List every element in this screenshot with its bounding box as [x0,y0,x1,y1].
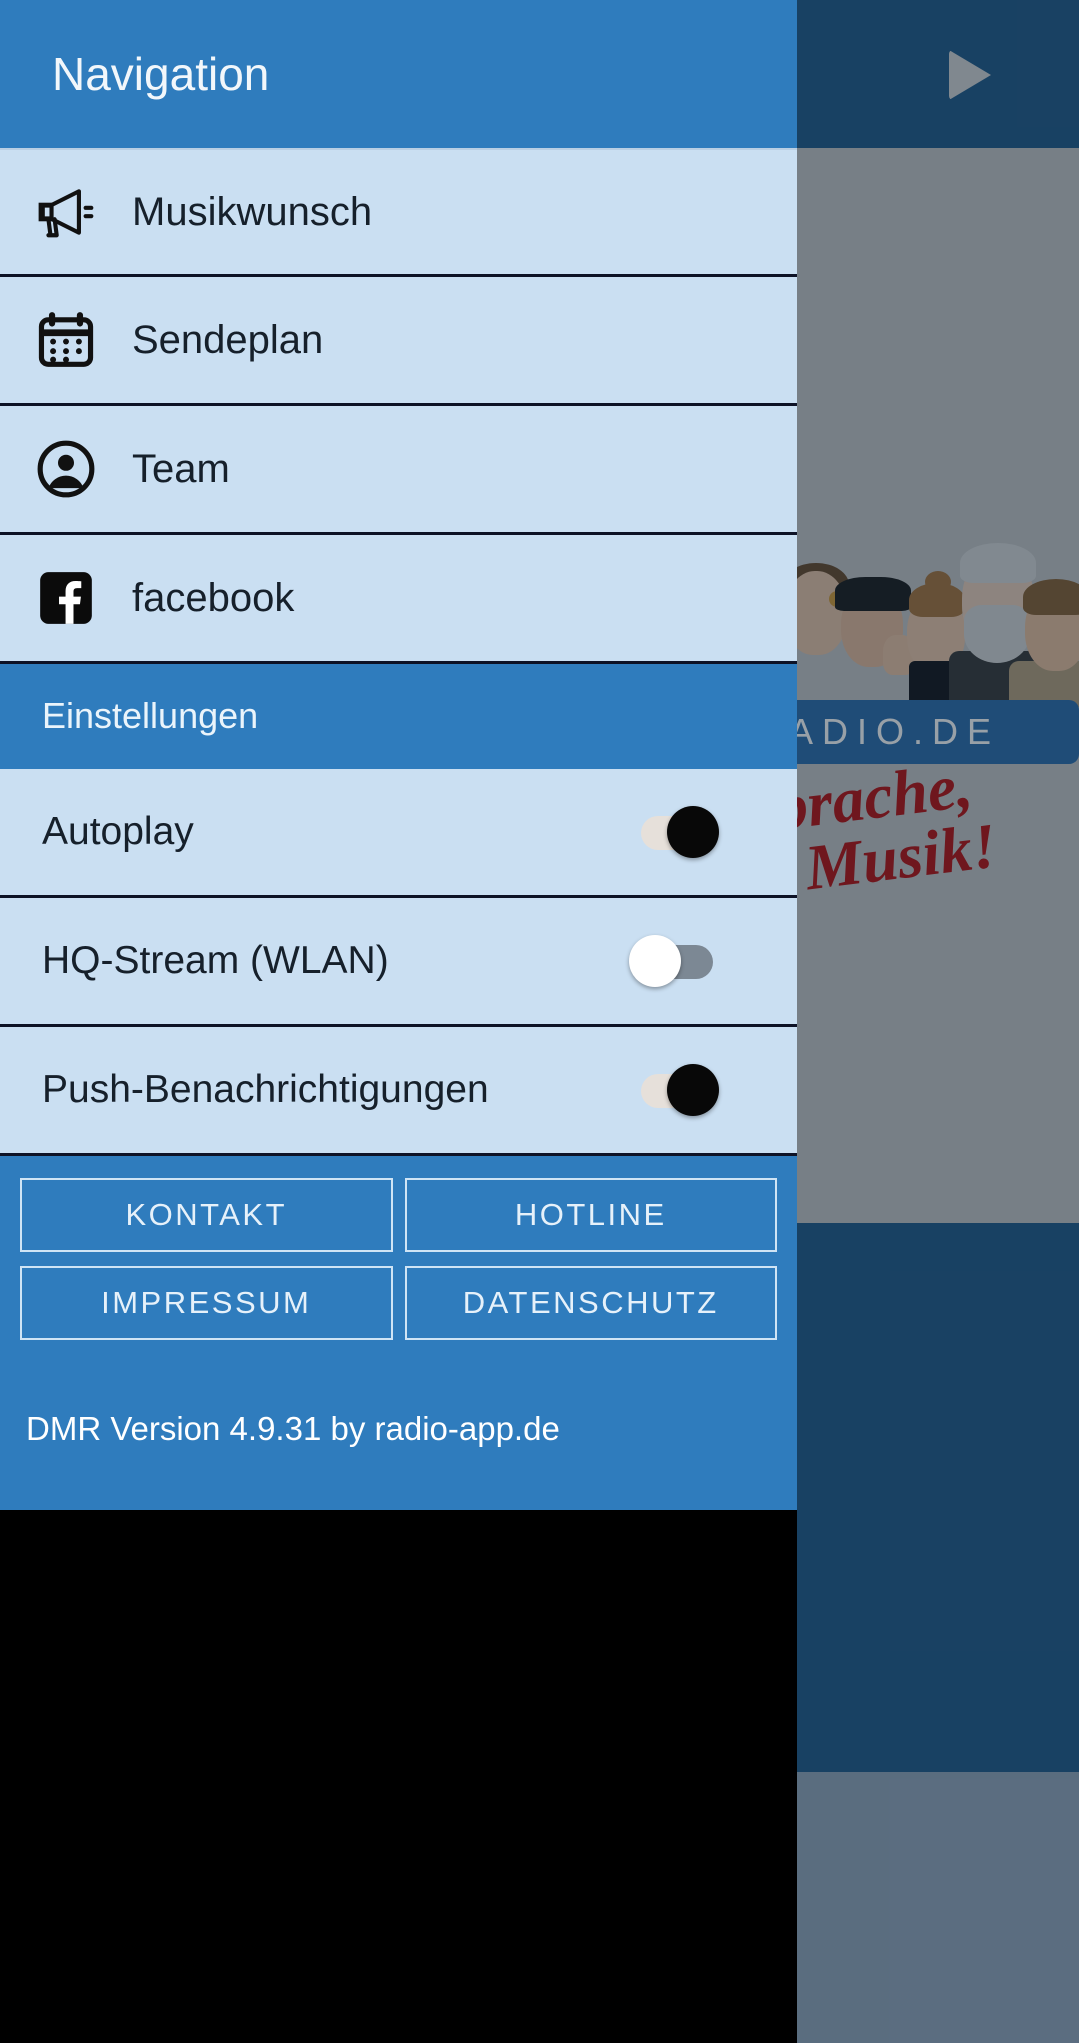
person-5-hair [1023,579,1079,615]
drawer-content: Navigation Musikwunsch Sendeplan Team fa… [0,0,797,2043]
setting-row-autoplay[interactable]: Autoplay [0,769,797,898]
promo-banner-text: ADIO.DE [797,711,1001,752]
setting-label: Push-Benachrichtigungen [42,1068,489,1111]
promo-artwork: ADIO.DE prache, Musik! [797,148,1079,1223]
navigation-drawer: Navigation Musikwunsch Sendeplan Team fa… [0,0,797,2043]
account-circle-icon [0,438,132,500]
hotline-button[interactable]: HOTLINE [404,1178,777,1252]
sidebar-item-facebook[interactable]: facebook [0,535,797,664]
drawer-title: Navigation [52,48,270,100]
drawer-link-buttons: KONTAKT HOTLINE IMPRESSUM DATENSCHUTZ [0,1156,797,1340]
version-text: DMR Version 4.9.31 by radio-app.de [0,1354,797,1510]
push-notifications-toggle[interactable] [635,1064,719,1116]
facebook-icon [0,567,132,629]
link-button-row-1: KONTAKT HOTLINE [20,1178,777,1252]
toggle-knob [629,935,681,987]
drawer-empty-area [0,1510,797,2043]
datenschutz-button[interactable]: DATENSCHUTZ [404,1266,777,1340]
toggle-knob [667,806,719,858]
person-3-hair [909,583,965,617]
play-button[interactable] [944,48,996,102]
setting-row-hq-stream[interactable]: HQ-Stream (WLAN) [0,898,797,1027]
toggle-knob [667,1064,719,1116]
setting-label: Autoplay [42,810,194,853]
setting-label: HQ-Stream (WLAN) [42,939,389,982]
sidebar-item-musikwunsch[interactable]: Musikwunsch [0,148,797,277]
hq-stream-toggle[interactable] [629,935,719,987]
person-4-beard [964,605,1030,663]
sidebar-item-label: facebook [132,575,295,620]
megaphone-icon [0,181,132,243]
sidebar-item-label: Sendeplan [132,317,324,362]
background-lower-panel [797,1223,1079,1772]
setting-row-push-notifications[interactable]: Push-Benachrichtigungen [0,1027,797,1156]
app-screen: ADIO.DE prache, Musik! Navigation Musikw… [0,0,1079,2043]
impressum-button[interactable]: IMPRESSUM [20,1266,393,1340]
settings-toggle-list: Autoplay HQ-Stream (WLAN) Push-Benachric… [0,769,797,1156]
promo-people-photo [797,543,1079,707]
background-footer-panel [797,1772,1079,2043]
sidebar-item-sendeplan[interactable]: Sendeplan [0,277,797,406]
sidebar-item-label: Musikwunsch [132,189,373,234]
drawer-header: Navigation [0,0,797,148]
autoplay-toggle[interactable] [635,806,719,858]
settings-section-title: Einstellungen [42,694,259,736]
calendar-icon [0,309,132,371]
settings-section-header: Einstellungen [0,664,797,769]
sidebar-item-label: Team [132,446,230,491]
nav-list: Musikwunsch Sendeplan Team facebook [0,148,797,664]
person-2-cap [835,577,911,611]
link-button-row-2: IMPRESSUM DATENSCHUTZ [20,1266,777,1340]
kontakt-button[interactable]: KONTAKT [20,1178,393,1252]
person-4-hair [960,543,1036,583]
sidebar-item-team[interactable]: Team [0,406,797,535]
play-icon [949,50,991,100]
